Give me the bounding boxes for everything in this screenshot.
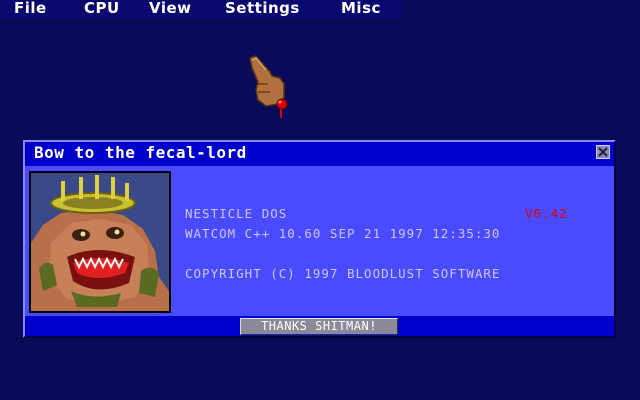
close-icon[interactable] [596,145,610,159]
dialog-title: Bow to the fecal-lord [34,143,247,162]
copyright-text: COPYRIGHT (C) 1997 BLOODLUST SOFTWARE [185,266,501,281]
menu-file[interactable]: File [14,0,47,17]
about-dialog: Bow to the fecal-lord NESTICLE DOS V0.42… [23,140,616,338]
menu-view[interactable]: View [149,0,192,17]
compiler-text: WATCOM C++ 10.60 SEP 21 1997 12:35:30 [185,226,501,241]
pointing-hand-icon [244,54,294,120]
menu-cpu[interactable]: CPU [84,0,120,17]
app-name-text: NESTICLE DOS [185,206,288,221]
version-text: V0.42 [525,206,568,221]
dialog-content: NESTICLE DOS V0.42 WATCOM C++ 10.60 SEP … [25,166,614,316]
menu-misc[interactable]: Misc [341,0,381,17]
dialog-footer: THANKS SHITMAN! [25,316,614,336]
desktop: File CPU View Settings Misc Bow to the f… [0,0,640,400]
dialog-title-bar[interactable]: Bow to the fecal-lord [25,142,614,166]
menu-settings[interactable]: Settings [225,0,300,17]
monster-face-portrait [29,171,171,313]
menu-bar: File CPU View Settings Misc [0,0,402,19]
thanks-button[interactable]: THANKS SHITMAN! [240,318,398,335]
